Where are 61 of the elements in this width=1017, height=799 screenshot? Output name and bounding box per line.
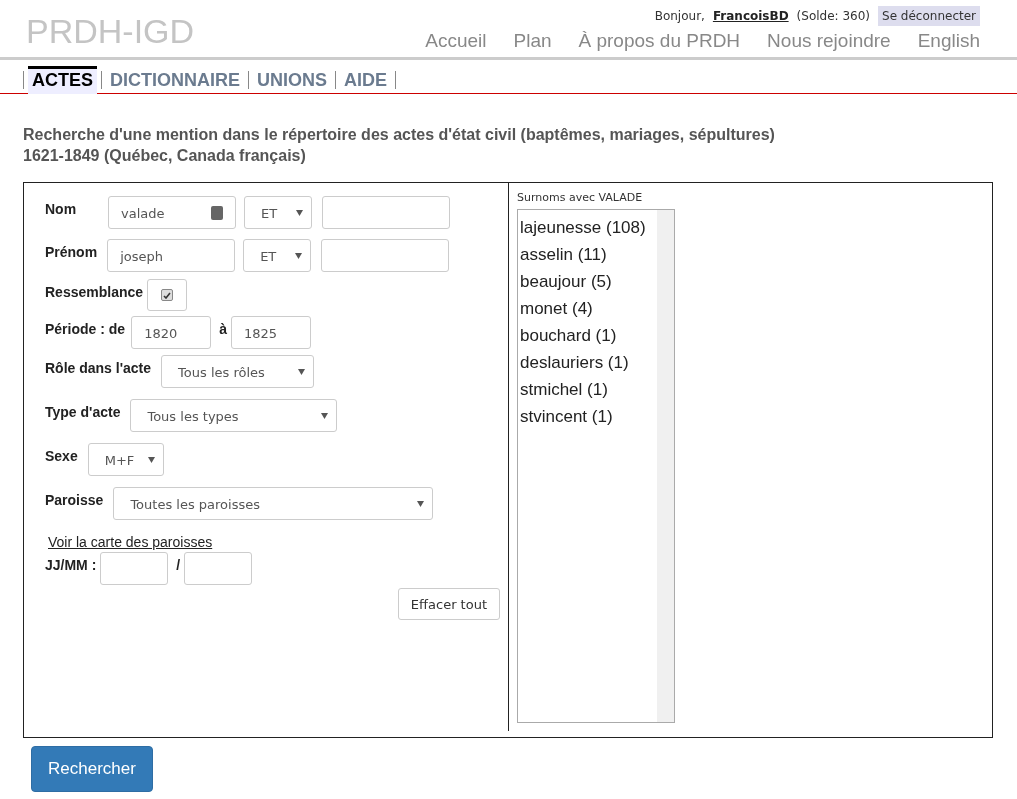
input-field[interactable] [321,239,450,272]
caret-icon [296,210,303,216]
tab[interactable]: DICTIONNAIRE [106,65,244,94]
balance-text: (Solde: 360) [796,9,871,23]
year-from-input[interactable]: 1820 [131,316,212,349]
tab[interactable]: ACTES [28,65,97,94]
field-label: Type d'acte [45,403,121,420]
month-input[interactable] [184,552,253,585]
field-label: Paroisse [45,491,104,508]
checkbox[interactable] [161,289,174,301]
nav-link[interactable]: Accueil [425,30,487,52]
parish-select[interactable]: Toutes les paroisses [113,487,434,520]
surname-item[interactable]: lajeunesse (108) [520,214,657,241]
field-label: / [176,556,181,573]
caret-icon [295,253,303,259]
scrollbar[interactable] [657,210,674,722]
nav-link[interactable]: Plan [513,30,552,52]
first-name-input[interactable]: joseph [107,239,236,272]
page-heading: 1621-1849 (Québec, Canada français) [23,146,307,166]
page-heading: Recherche d'une mention dans le répertoire des actes d'état civil (baptêmes, mariages, sépultures) [23,125,776,145]
surname-item[interactable]: stvincent (1) [520,403,657,430]
surname-item[interactable]: asselin (11) [520,241,657,268]
caret-icon [298,369,306,375]
surname-item[interactable]: monet (4) [520,295,657,322]
name-input[interactable]: valade [108,196,236,229]
field-label: JJ/MM : [45,556,97,573]
role-select[interactable]: Tous les rôles [161,355,315,388]
surname-item[interactable]: bouchard (1) [520,322,657,349]
operator-select[interactable]: ET [243,239,312,272]
caret-icon [147,457,155,463]
logout-button[interactable]: Se déconnecter [878,6,980,26]
type-select[interactable]: Tous les types [130,399,338,432]
surnames-title: Surnoms avec VALADE [517,191,644,204]
caret-icon [321,413,329,419]
field-label: Rôle dans l'acte [45,359,152,376]
field-label: Période : de [45,320,126,337]
username-link[interactable]: FrancoisBD [712,9,789,23]
day-input[interactable] [100,552,169,585]
surname-item[interactable]: beaujour (5) [520,268,657,295]
field-label: Nom [45,200,78,217]
clear-button[interactable]: Effacer tout [397,588,500,620]
field-label: à [219,320,227,337]
search-button[interactable]: Rechercher [31,746,153,792]
year-to-input[interactable]: 1825 [230,316,311,349]
greeting-text: Bonjour, [654,9,705,23]
surnames-list[interactable]: lajeunesse (108) asselin (11) beaujour (5) monet (4) bouchard (1) deslauriers (1) stmichel (1) stvincent (1) [517,209,675,723]
nav-link[interactable]: Nous rejoindre [767,30,891,52]
operator-select[interactable]: ET [244,196,312,229]
field-label: Prénom [45,243,98,260]
tab[interactable]: UNIONS [253,65,332,94]
parish-map-link[interactable]: Voir la carte des paroisses [48,534,213,550]
field-label: Sexe [45,447,78,464]
surname-item[interactable]: deslauriers (1) [520,349,657,376]
nav-link[interactable]: English [917,30,980,52]
caret-icon [417,501,425,507]
surname-item[interactable]: stmichel (1) [520,376,657,403]
tab[interactable]: AIDE [340,65,392,94]
field-label: Ressemblance [45,283,144,300]
input-field[interactable] [322,196,450,229]
sex-select[interactable]: M+F [87,443,164,476]
nav-link[interactable]: À propos du PRDH [578,30,741,52]
